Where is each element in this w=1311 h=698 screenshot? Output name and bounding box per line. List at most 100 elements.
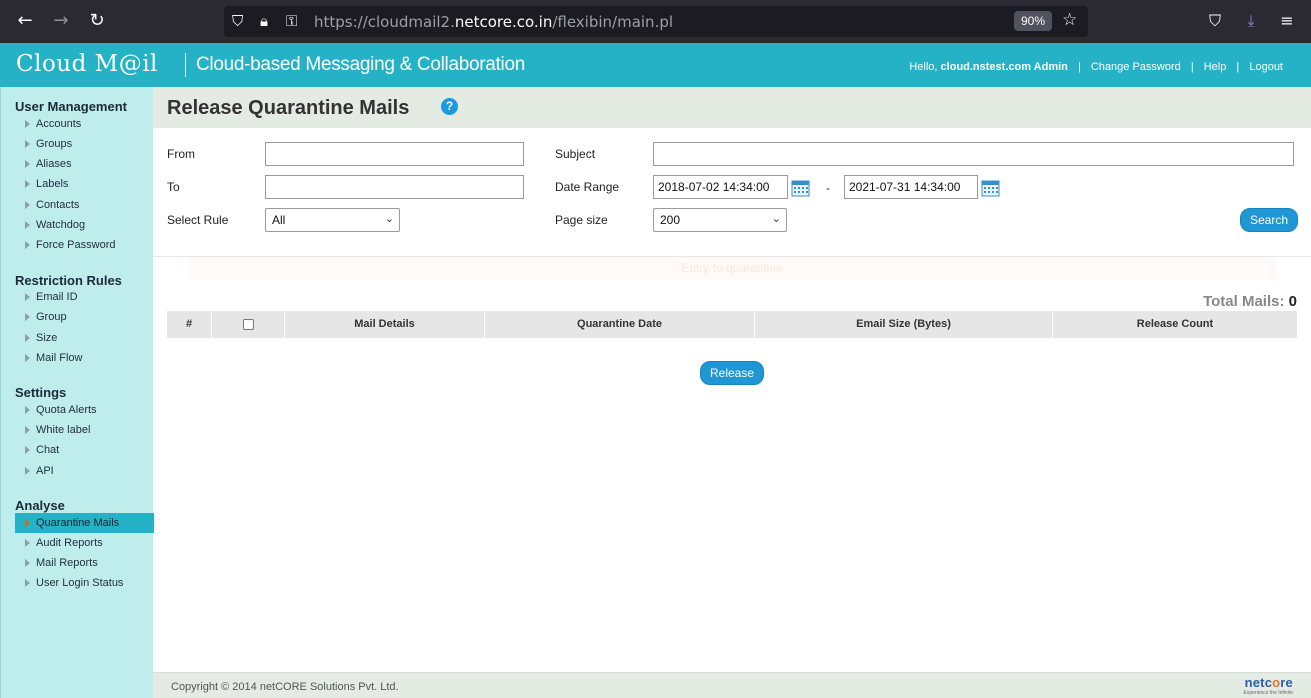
column-email-size[interactable]: Email Size (Bytes) — [755, 311, 1053, 338]
release-button[interactable]: Release — [700, 361, 764, 385]
lock-icon[interactable]: 🔒︎ — [260, 12, 268, 30]
zoom-level[interactable]: 90% — [1014, 11, 1052, 31]
calendar-icon[interactable] — [981, 179, 1000, 197]
back-icon[interactable]: ← — [14, 10, 36, 32]
change-password-link[interactable]: Change Password — [1091, 61, 1181, 73]
triangle-right-icon — [25, 579, 30, 587]
search-button[interactable]: Search — [1240, 208, 1298, 232]
select-rule-dropdown[interactable]: All ⌄ — [265, 208, 400, 232]
select-rule-label: Select Rule — [167, 213, 229, 227]
chevron-down-icon: ⌄ — [771, 212, 781, 225]
section-user-management: User Management — [15, 99, 127, 114]
triangle-right-icon — [25, 354, 30, 362]
url-text[interactable]: https://cloudmail2.netcore.co.in/flexibi… — [314, 13, 673, 31]
sidebar-item-accounts[interactable]: Accounts — [15, 114, 154, 134]
header-user-links: Hello, cloud.nstest.com Admin | Change P… — [909, 61, 1283, 73]
footer: Copyright © 2014 netCORE Solutions Pvt. … — [153, 672, 1311, 698]
triangle-right-icon — [25, 334, 30, 342]
help-link[interactable]: Help — [1204, 61, 1227, 73]
sidebar-item-quarantine-mails[interactable]: Quarantine Mails — [15, 513, 154, 533]
date-from-input[interactable] — [653, 175, 788, 199]
address-bar[interactable]: ⛉ 🔒︎ ⚿ https://cloudmail2.netcore.co.in/… — [224, 6, 1088, 37]
column-mail-details[interactable]: Mail Details — [285, 311, 485, 338]
copyright-text: Copyright © 2014 netCORE Solutions Pvt. … — [171, 681, 399, 693]
sidebar-item-mail-flow[interactable]: Mail Flow — [15, 348, 154, 368]
logout-link[interactable]: Logout — [1249, 61, 1283, 73]
page-title: Release Quarantine Mails — [167, 97, 410, 119]
sidebar-item-aliases[interactable]: Aliases — [15, 154, 154, 174]
sidebar-item-contacts[interactable]: Contacts — [15, 195, 154, 215]
sidebar-item-mail-reports[interactable]: Mail Reports — [15, 553, 154, 573]
help-icon[interactable]: ? — [441, 98, 458, 115]
browser-toolbar: ← → ↻ ⛉ 🔒︎ ⚿ https://cloudmail2.netcore.… — [0, 0, 1311, 43]
page-title-bar: Release Quarantine Mails ? — [153, 87, 1311, 128]
subject-input[interactable] — [653, 142, 1294, 166]
triangle-right-icon — [25, 559, 30, 567]
hello-text: Hello, — [909, 61, 938, 73]
sidebar-item-chat[interactable]: Chat — [15, 440, 154, 460]
bookmark-star-icon[interactable]: ☆ — [1062, 11, 1077, 29]
sidebar-item-quota-alerts[interactable]: Quota Alerts — [15, 400, 154, 420]
triangle-right-icon — [25, 180, 30, 188]
date-range-label: Date Range — [555, 180, 620, 194]
forward-icon[interactable]: → — [50, 10, 72, 32]
triangle-right-icon — [25, 160, 30, 168]
column-number: # — [167, 311, 212, 338]
sidebar-item-watchdog[interactable]: Watchdog — [15, 215, 154, 235]
sidebar-item-size[interactable]: Size — [15, 328, 154, 348]
triangle-right-icon — [25, 241, 30, 249]
triangle-right-icon — [25, 406, 30, 414]
section-analyse: Analyse — [15, 498, 65, 513]
table-header: # Mail Details Quarantine Date Email Siz… — [167, 311, 1297, 338]
pocket-icon[interactable]: ⛉ — [1205, 11, 1225, 31]
to-input[interactable] — [265, 175, 524, 199]
calendar-icon[interactable] — [791, 179, 810, 197]
section-restriction-rules: Restriction Rules — [15, 273, 122, 288]
sidebar-item-groups[interactable]: Groups — [15, 134, 154, 154]
column-quarantine-date[interactable]: Quarantine Date — [485, 311, 755, 338]
sidebar-item-user-login-status[interactable]: User Login Status — [15, 573, 154, 593]
total-mails: Total Mails: 0 — [1203, 293, 1297, 310]
date-separator: - — [826, 181, 830, 195]
download-icon[interactable]: ⤓ — [1241, 11, 1261, 31]
total-mails-label: Total Mails: — [1203, 293, 1285, 310]
triangle-right-icon — [25, 426, 30, 434]
header-divider — [185, 53, 186, 77]
triangle-right-icon — [25, 539, 30, 547]
from-input[interactable] — [265, 142, 524, 166]
chevron-down-icon: ⌄ — [384, 212, 394, 225]
column-select — [212, 311, 285, 338]
sidebar-item-audit-reports[interactable]: Audit Reports — [15, 533, 154, 553]
cloudmail-logo[interactable]: Cloud M@il — [16, 51, 158, 77]
user-name: cloud.nstest.com Admin — [940, 61, 1068, 73]
total-mails-count: 0 — [1288, 293, 1297, 310]
sidebar: User Management Accounts Groups Aliases … — [0, 87, 154, 698]
sidebar-item-email-id[interactable]: Email ID — [15, 287, 154, 307]
triangle-right-icon — [25, 519, 30, 527]
sidebar-item-group[interactable]: Group — [15, 307, 154, 327]
page-size-label: Page size — [555, 213, 608, 227]
column-release-count[interactable]: Release Count — [1053, 311, 1297, 338]
sidebar-item-white-label[interactable]: White label — [15, 420, 154, 440]
reload-icon[interactable]: ↻ — [86, 10, 108, 32]
triangle-right-icon — [25, 140, 30, 148]
select-all-checkbox[interactable] — [243, 319, 254, 330]
sidebar-item-labels[interactable]: Labels — [15, 174, 154, 194]
shield-icon[interactable]: ⛉ — [232, 12, 243, 30]
subject-label: Subject — [555, 147, 596, 161]
date-to-input[interactable] — [844, 175, 978, 199]
sidebar-item-force-password[interactable]: Force Password — [15, 235, 154, 255]
page-size-dropdown[interactable]: 200 ⌄ — [653, 208, 787, 232]
triangle-right-icon — [25, 293, 30, 301]
from-label: From — [167, 147, 195, 161]
menu-icon[interactable]: ≡ — [1277, 11, 1297, 31]
triangle-right-icon — [25, 313, 30, 321]
to-label: To — [167, 180, 180, 194]
triangle-right-icon — [25, 446, 30, 454]
triangle-right-icon — [25, 120, 30, 128]
app-header: Cloud M@il Cloud-based Messaging & Colla… — [0, 43, 1311, 87]
triangle-right-icon — [25, 467, 30, 475]
key-icon[interactable]: ⚿ — [286, 12, 297, 30]
triangle-right-icon — [25, 221, 30, 229]
sidebar-item-api[interactable]: API — [15, 461, 154, 481]
